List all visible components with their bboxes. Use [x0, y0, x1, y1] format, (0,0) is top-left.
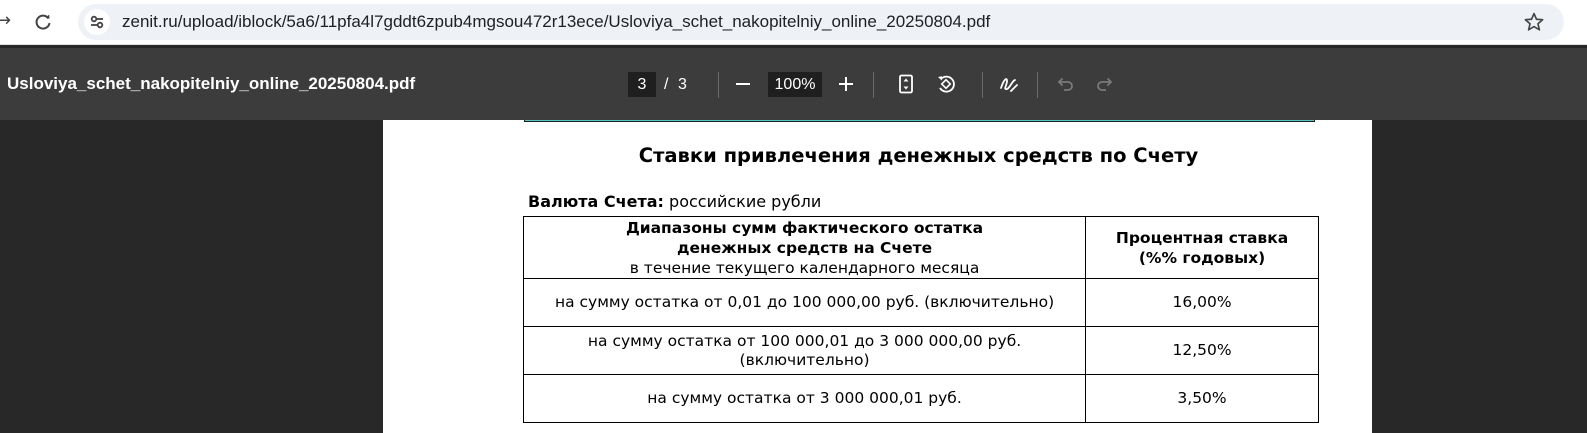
- pdf-page: Ставки привлечения денежных средств по С…: [383, 120, 1372, 433]
- back-arrow-icon[interactable]: →: [0, 11, 11, 31]
- site-info-button[interactable]: [84, 9, 110, 35]
- redo-button[interactable]: [1090, 69, 1120, 99]
- currency-label: Валюта Счета:: [528, 192, 664, 211]
- tune-icon: [90, 15, 104, 29]
- toolbar-divider: [873, 72, 874, 98]
- range-cell: на сумму остатка от 3 000 000,01 руб.: [522, 374, 1087, 423]
- fit-page-button[interactable]: [891, 69, 921, 99]
- pdf-file-title: Usloviya_schet_nakopitelniy_online_20250…: [7, 74, 416, 93]
- currency-value: российские рубли: [669, 192, 822, 211]
- rotate-icon: [938, 75, 955, 93]
- browser-address-bar: → zenit.ru/upload/iblock/5a6/11pfa4l7gdd…: [0, 0, 1587, 45]
- fit-page-icon: [899, 74, 913, 94]
- header-range: Диапазоны сумм фактического остатка дене…: [522, 216, 1087, 279]
- table-row: на сумму остатка от 100 000,01 до 3 000 …: [522, 326, 1319, 375]
- star-icon: [1524, 12, 1544, 31]
- table-row: на сумму остатка от 3 000 000,01 руб. 3,…: [522, 374, 1319, 423]
- reload-button[interactable]: [30, 9, 56, 35]
- url-text[interactable]: zenit.ru/upload/iblock/5a6/11pfa4l7gddt6…: [122, 4, 990, 40]
- rate-cell: 12,50%: [1085, 326, 1319, 375]
- undo-icon: [1057, 77, 1073, 91]
- page-total: 3: [678, 76, 687, 93]
- redo-icon: [1097, 77, 1113, 91]
- reload-icon: [35, 14, 51, 30]
- rates-table: Диапазоны сумм фактического остатка дене…: [522, 216, 1319, 423]
- omnibox[interactable]: zenit.ru/upload/iblock/5a6/11pfa4l7gddt6…: [78, 4, 1564, 40]
- draw-icon: [1000, 78, 1018, 92]
- toolbar-divider: [718, 72, 719, 98]
- previous-section-box: [524, 120, 1315, 122]
- toolbar-divider: [1037, 72, 1038, 98]
- zoom-in-button[interactable]: [831, 69, 861, 99]
- zoom-level-input[interactable]: 100%: [768, 72, 822, 97]
- rates-heading: Ставки привлечения денежных средств по С…: [638, 144, 1199, 167]
- rotate-button[interactable]: [931, 69, 961, 99]
- rate-cell: 3,50%: [1085, 374, 1319, 423]
- pdf-viewer-area[interactable]: Ставки привлечения денежных средств по С…: [0, 120, 1587, 433]
- page-separator: /: [664, 76, 669, 93]
- page-number-input[interactable]: 3: [628, 72, 656, 97]
- currency-line: Валюта Счета: российские рубли: [528, 192, 821, 211]
- zoom-out-button[interactable]: [728, 69, 758, 99]
- toolbar-divider: [982, 72, 983, 98]
- table-header-row: Диапазоны сумм фактического остатка дене…: [522, 216, 1319, 279]
- undo-button[interactable]: [1050, 69, 1080, 99]
- header-rate: Процентная ставка (%% годовых): [1085, 216, 1319, 279]
- rate-cell: 16,00%: [1085, 278, 1319, 327]
- annotate-button[interactable]: [994, 69, 1024, 99]
- bookmark-button[interactable]: [1521, 9, 1547, 35]
- plus-icon: [839, 77, 853, 91]
- range-cell: на сумму остатка от 100 000,01 до 3 000 …: [522, 326, 1087, 375]
- pdf-toolbar: Usloviya_schet_nakopitelniy_online_20250…: [0, 48, 1587, 120]
- minus-icon: [736, 83, 750, 85]
- range-cell: на сумму остатка от 0,01 до 100 000,00 р…: [522, 278, 1087, 327]
- table-row: на сумму остатка от 0,01 до 100 000,00 р…: [522, 278, 1319, 327]
